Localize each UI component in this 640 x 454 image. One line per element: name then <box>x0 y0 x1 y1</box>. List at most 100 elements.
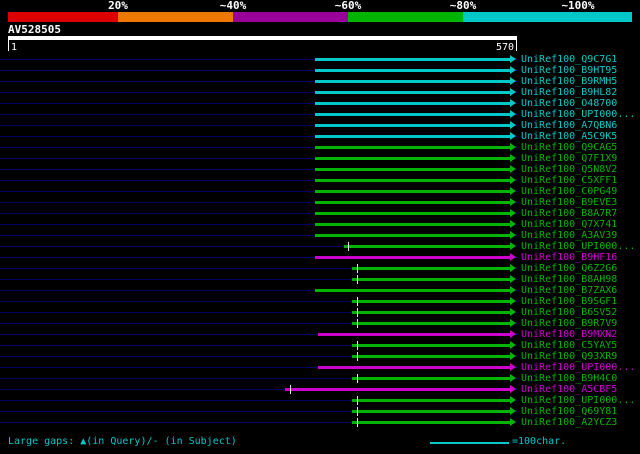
hit-alignment-bar[interactable] <box>315 123 510 127</box>
hit-alignment-bar[interactable] <box>315 112 510 116</box>
hit-id-link[interactable]: UniRef100_UPI000... <box>521 362 635 373</box>
hit-id-link[interactable]: UniRef100_B9R7V9 <box>521 318 617 329</box>
hit-id-link[interactable]: UniRef100_Q7X741 <box>521 219 617 230</box>
hit-arrowhead-icon <box>510 341 516 349</box>
hit-id-link[interactable]: UniRef100_B8AH98 <box>521 274 617 285</box>
hit-arrowhead-icon <box>510 385 516 393</box>
hit-id-link[interactable]: UniRef100_B9RMH5 <box>521 76 617 87</box>
hit-id-link[interactable]: UniRef100_Q6Z2G6 <box>521 263 617 274</box>
hit-id-link[interactable]: UniRef100_B9HF16 <box>521 252 617 263</box>
hit-arrowhead-icon <box>510 286 516 294</box>
hit-id-link[interactable]: UniRef100_B9EVE3 <box>521 197 617 208</box>
hit-alignment-bar[interactable] <box>318 332 510 336</box>
hit-alignment-bar[interactable] <box>315 233 510 237</box>
hit-id-link[interactable]: UniRef100_Q69Y81 <box>521 406 617 417</box>
hit-id-link[interactable]: UniRef100_B9HL82 <box>521 87 617 98</box>
hit-alignment-bar[interactable] <box>315 134 510 138</box>
hit-alignment-bar[interactable] <box>344 244 510 248</box>
hit-id-link[interactable]: UniRef100_Q5N8V2 <box>521 164 617 175</box>
hit-alignment-bar[interactable] <box>315 178 510 182</box>
large-gaps-legend: Large gaps: ▲(in Query)/- (in Subject) <box>8 436 237 447</box>
hit-alignment-bar[interactable] <box>315 156 510 160</box>
hit-arrowhead-icon <box>510 242 516 250</box>
hit-id-link[interactable]: UniRef100_B9MXN2 <box>521 329 617 340</box>
hit-alignment-bar[interactable] <box>315 68 510 72</box>
hit-row: UniRef100_C0PG49 <box>0 186 640 197</box>
hit-id-link[interactable]: UniRef100_B9HT95 <box>521 65 617 76</box>
hit-alignment-bar[interactable] <box>315 167 510 171</box>
hit-id-link[interactable]: UniRef100_B8A7R7 <box>521 208 617 219</box>
hit-alignment-bar[interactable] <box>315 90 510 94</box>
hit-id-link[interactable]: UniRef100_A7QBN6 <box>521 120 617 131</box>
hit-id-link[interactable]: UniRef100_B6SV52 <box>521 307 617 318</box>
gap-tick <box>357 263 358 273</box>
hit-alignment-bar[interactable] <box>352 277 510 281</box>
hit-id-link[interactable]: UniRef100_UPI000... <box>521 241 635 252</box>
gap-tick <box>357 395 358 405</box>
hit-id-link[interactable]: UniRef100_O48700 <box>521 98 617 109</box>
hit-id-link[interactable]: UniRef100_Q9CAG5 <box>521 142 617 153</box>
hit-id-link[interactable]: UniRef100_C5YAY5 <box>521 340 617 351</box>
hit-row: UniRef100_B9SGF1 <box>0 296 640 307</box>
hit-alignment-bar[interactable] <box>352 310 510 314</box>
hit-alignment-bar[interactable] <box>352 299 510 303</box>
hit-arrowhead-icon <box>510 374 516 382</box>
hit-row: UniRef100_UPI000... <box>0 362 640 373</box>
hit-row: UniRef100_Q6Z2G6 <box>0 263 640 274</box>
hit-alignment-bar[interactable] <box>315 101 510 105</box>
hit-alignment-bar[interactable] <box>352 343 510 347</box>
hit-arrowhead-icon <box>510 99 516 107</box>
hit-id-link[interactable]: UniRef100_B9H4C0 <box>521 373 617 384</box>
hit-alignment-bar[interactable] <box>352 409 510 413</box>
hit-id-link[interactable]: UniRef100_UPI000... <box>521 109 635 120</box>
hit-id-link[interactable]: UniRef100_B9SGF1 <box>521 296 617 307</box>
hit-row: UniRef100_A2YCZ3 <box>0 417 640 428</box>
hit-arrowhead-icon <box>510 363 516 371</box>
hit-row: UniRef100_Q7F1X9 <box>0 153 640 164</box>
hit-id-link[interactable]: UniRef100_A3AV39 <box>521 230 617 241</box>
hit-row: UniRef100_UPI000... <box>0 395 640 406</box>
hit-id-link[interactable]: UniRef100_Q93XR9 <box>521 351 617 362</box>
hits-plot: UniRef100_Q9C7G1 UniRef100_B9HT95 UniRef10… <box>0 0 640 454</box>
hit-id-link[interactable]: UniRef100_C0PG49 <box>521 186 617 197</box>
hit-id-link[interactable]: UniRef100_A5CBF5 <box>521 384 617 395</box>
hit-id-link[interactable]: UniRef100_B7ZAX6 <box>521 285 617 296</box>
alignment-overview-app: 20% ~40% ~60% ~80% ~100% AV528505 1 570 UniR… <box>0 0 640 454</box>
hit-alignment-bar[interactable] <box>315 222 510 226</box>
hit-arrowhead-icon <box>510 55 516 63</box>
hit-alignment-bar[interactable] <box>352 266 510 270</box>
hit-alignment-bar[interactable] <box>318 365 510 369</box>
hit-alignment-bar[interactable] <box>315 211 510 215</box>
hit-row: UniRef100_B9RMH5 <box>0 76 640 87</box>
hit-alignment-bar[interactable] <box>315 79 510 83</box>
hit-alignment-bar[interactable] <box>315 57 510 61</box>
hit-alignment-bar[interactable] <box>315 255 510 259</box>
hit-row: UniRef100_B7ZAX6 <box>0 285 640 296</box>
hit-arrowhead-icon <box>510 275 516 283</box>
hit-id-link[interactable]: UniRef100_Q9C7G1 <box>521 54 617 65</box>
hit-id-link[interactable]: UniRef100_UPI000... <box>521 395 635 406</box>
hit-row: UniRef100_B9MXN2 <box>0 329 640 340</box>
hit-alignment-bar[interactable] <box>315 189 510 193</box>
gap-tick <box>357 351 358 361</box>
hit-alignment-bar[interactable] <box>315 288 510 292</box>
hit-arrowhead-icon <box>510 77 516 85</box>
hit-row: UniRef100_A5CBF5 <box>0 384 640 395</box>
hit-alignment-bar[interactable] <box>285 387 510 391</box>
hit-alignment-bar[interactable] <box>352 321 510 325</box>
hit-id-link[interactable]: UniRef100_Q7F1X9 <box>521 153 617 164</box>
hit-row: UniRef100_Q9C7G1 <box>0 54 640 65</box>
hit-id-link[interactable]: UniRef100_A2YCZ3 <box>521 417 617 428</box>
gap-tick <box>290 384 291 394</box>
hit-id-link[interactable]: UniRef100_C5XFF1 <box>521 175 617 186</box>
hit-alignment-bar[interactable] <box>352 420 510 424</box>
hit-alignment-bar[interactable] <box>352 398 510 402</box>
hit-alignment-bar[interactable] <box>352 354 510 358</box>
hit-alignment-bar[interactable] <box>315 145 510 149</box>
hit-row: UniRef100_B9HT95 <box>0 65 640 76</box>
gap-tick <box>357 417 358 427</box>
hit-alignment-bar[interactable] <box>352 376 510 380</box>
hit-row: UniRef100_UPI000... <box>0 241 640 252</box>
hit-id-link[interactable]: UniRef100_A5C9K5 <box>521 131 617 142</box>
hit-alignment-bar[interactable] <box>315 200 510 204</box>
